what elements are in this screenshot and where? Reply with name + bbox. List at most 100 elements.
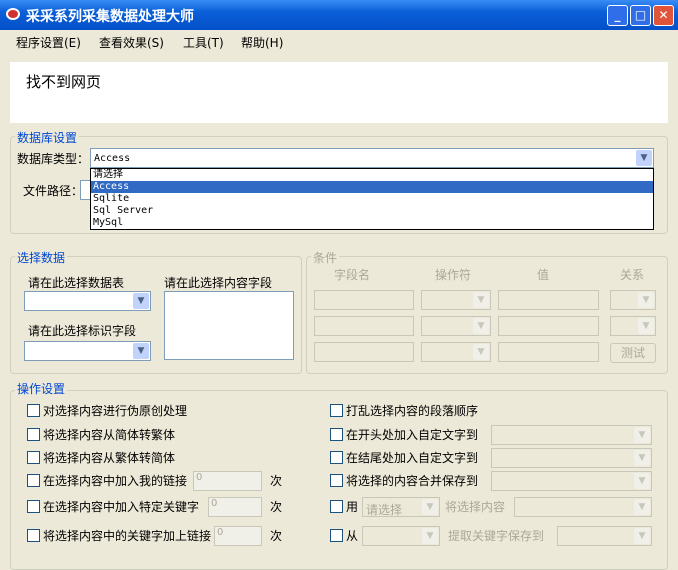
table-select[interactable]: ▼ <box>24 291 151 311</box>
ops-group-label: 操作设置 <box>15 380 68 397</box>
option-checkbox[interactable] <box>330 451 343 464</box>
menu-view[interactable]: 查看效果(S) <box>99 34 164 51</box>
option[interactable]: 请选择 <box>91 169 653 181</box>
db-type-dropdown: 请选择 Access Sqlite Sql Server MySql <box>90 168 654 230</box>
field-list[interactable] <box>164 291 294 360</box>
cond-operator-select[interactable]: ▼ <box>421 290 491 310</box>
id-field-select[interactable]: ▼ <box>24 341 151 361</box>
menu-help[interactable]: 帮助(H) <box>241 34 283 51</box>
menu-tools[interactable]: 工具(T) <box>183 34 224 51</box>
from-mid-label: 提取关键字保存到 <box>448 529 545 543</box>
option-checkbox[interactable] <box>330 474 343 487</box>
web-preview: 找不到网页 <box>10 62 668 123</box>
chevron-down-icon: ▼ <box>422 499 438 515</box>
target-select[interactable]: ▼ <box>491 425 652 445</box>
option-checkbox[interactable] <box>27 428 40 441</box>
chevron-down-icon: ▼ <box>634 528 650 544</box>
cond-operator-select[interactable]: ▼ <box>421 316 491 336</box>
chevron-down-icon: ▼ <box>634 473 650 489</box>
db-type-label: 数据库类型： <box>17 152 90 166</box>
option-label: 用 <box>346 500 359 514</box>
cond-field-input[interactable] <box>314 290 414 310</box>
count-spinner[interactable]: 0 <box>214 526 262 546</box>
chevron-down-icon: ▼ <box>638 292 654 308</box>
option-label: 从 <box>346 529 359 543</box>
db-type-value: Access <box>94 153 131 164</box>
option-label: 将选择的内容合并保存到 <box>346 474 479 488</box>
cond-value-input[interactable] <box>498 316 599 336</box>
option[interactable]: Sqlite <box>91 193 653 205</box>
chevron-down-icon: ▼ <box>634 427 650 443</box>
chevron-down-icon: ▼ <box>133 293 149 309</box>
option-checkbox[interactable] <box>330 529 343 542</box>
chevron-down-icon: ▼ <box>634 499 650 515</box>
option-label: 将选择内容中的关键字加上链接 <box>43 529 212 543</box>
condition-group-label: 条件 <box>311 249 340 266</box>
option-label: 将选择内容从繁体转简体 <box>43 451 176 465</box>
target-select[interactable]: ▼ <box>491 448 652 468</box>
cond-operator-select[interactable]: ▼ <box>421 342 491 362</box>
maximize-button[interactable]: □ <box>630 5 651 26</box>
chevron-down-icon: ▼ <box>473 344 489 360</box>
title-bar: 采采系列采集数据处理大师 _ □ ✕ <box>0 0 678 30</box>
chevron-down-icon: ▼ <box>638 318 654 334</box>
option-checkbox[interactable] <box>27 529 40 542</box>
menu-program-settings[interactable]: 程序设置(E) <box>16 34 81 51</box>
chevron-down-icon: ▼ <box>473 318 489 334</box>
option-label: 对选择内容进行伪原创处理 <box>43 404 188 418</box>
app-logo-icon <box>6 8 20 20</box>
option-checkbox[interactable] <box>330 404 343 417</box>
count-spinner[interactable]: 0 <box>193 471 262 491</box>
option-label: 打乱选择内容的段落顺序 <box>346 404 479 418</box>
close-button[interactable]: ✕ <box>653 5 674 26</box>
from-select[interactable]: ▼ <box>362 526 440 546</box>
db-group-label: 数据库设置 <box>15 129 80 146</box>
cond-relation-select[interactable]: ▼ <box>610 316 656 336</box>
db-type-select[interactable]: Access ▼ <box>90 148 654 168</box>
id-field-label: 请在此选择标识字段 <box>28 324 137 338</box>
cond-relation-select[interactable]: ▼ <box>610 290 656 310</box>
option-label: 在选择内容中加入我的链接 <box>43 474 188 488</box>
option[interactable]: Sql Server <box>91 205 653 217</box>
target-select[interactable]: ▼ <box>491 471 652 491</box>
count-spinner[interactable]: 0 <box>208 497 262 517</box>
col-value: 值 <box>537 268 550 282</box>
table-label: 请在此选择数据表 <box>28 276 125 290</box>
col-relation: 关系 <box>620 268 645 282</box>
cond-value-input[interactable] <box>498 290 599 310</box>
use-mid-label: 将选择内容 <box>445 500 506 514</box>
chevron-down-icon: ▼ <box>636 150 652 166</box>
option-checkbox[interactable] <box>330 428 343 441</box>
option-checkbox[interactable] <box>27 474 40 487</box>
option-checkbox[interactable] <box>27 451 40 464</box>
window-title: 采采系列采集数据处理大师 <box>26 9 194 25</box>
use-select[interactable]: 请选择 ▼ <box>362 497 440 517</box>
col-field: 字段名 <box>334 268 371 282</box>
minimize-button[interactable]: _ <box>607 5 628 26</box>
chevron-down-icon: ▼ <box>133 343 149 359</box>
col-operator: 操作符 <box>435 268 472 282</box>
option-checkbox[interactable] <box>330 500 343 513</box>
chevron-down-icon: ▼ <box>634 450 650 466</box>
chevron-down-icon: ▼ <box>473 292 489 308</box>
menu-bar: 程序设置(E) 查看效果(S) 工具(T) 帮助(H) <box>0 30 678 52</box>
chevron-down-icon: ▼ <box>422 528 438 544</box>
select-group-label: 选择数据 <box>15 249 68 266</box>
option[interactable]: MySql <box>91 217 653 229</box>
option-checkbox[interactable] <box>27 500 40 513</box>
cond-value-input[interactable] <box>498 342 599 362</box>
times-label: 次 <box>270 500 283 514</box>
test-button[interactable]: 测试 <box>610 343 656 363</box>
use-target-select[interactable]: ▼ <box>514 497 652 517</box>
option-label: 在选择内容中加入特定关键字 <box>43 500 200 514</box>
option-label: 将选择内容从简体转繁体 <box>43 428 176 442</box>
option-label: 在结尾处加入自定文字到 <box>346 451 479 465</box>
file-path-label: 文件路径： <box>23 184 84 198</box>
field-label: 请在此选择内容字段 <box>164 276 273 290</box>
option-label: 在开头处加入自定文字到 <box>346 428 479 442</box>
option-selected[interactable]: Access <box>91 181 653 193</box>
cond-field-input[interactable] <box>314 316 414 336</box>
keyword-target-select[interactable]: ▼ <box>557 526 652 546</box>
option-checkbox[interactable] <box>27 404 40 417</box>
cond-field-input[interactable] <box>314 342 414 362</box>
